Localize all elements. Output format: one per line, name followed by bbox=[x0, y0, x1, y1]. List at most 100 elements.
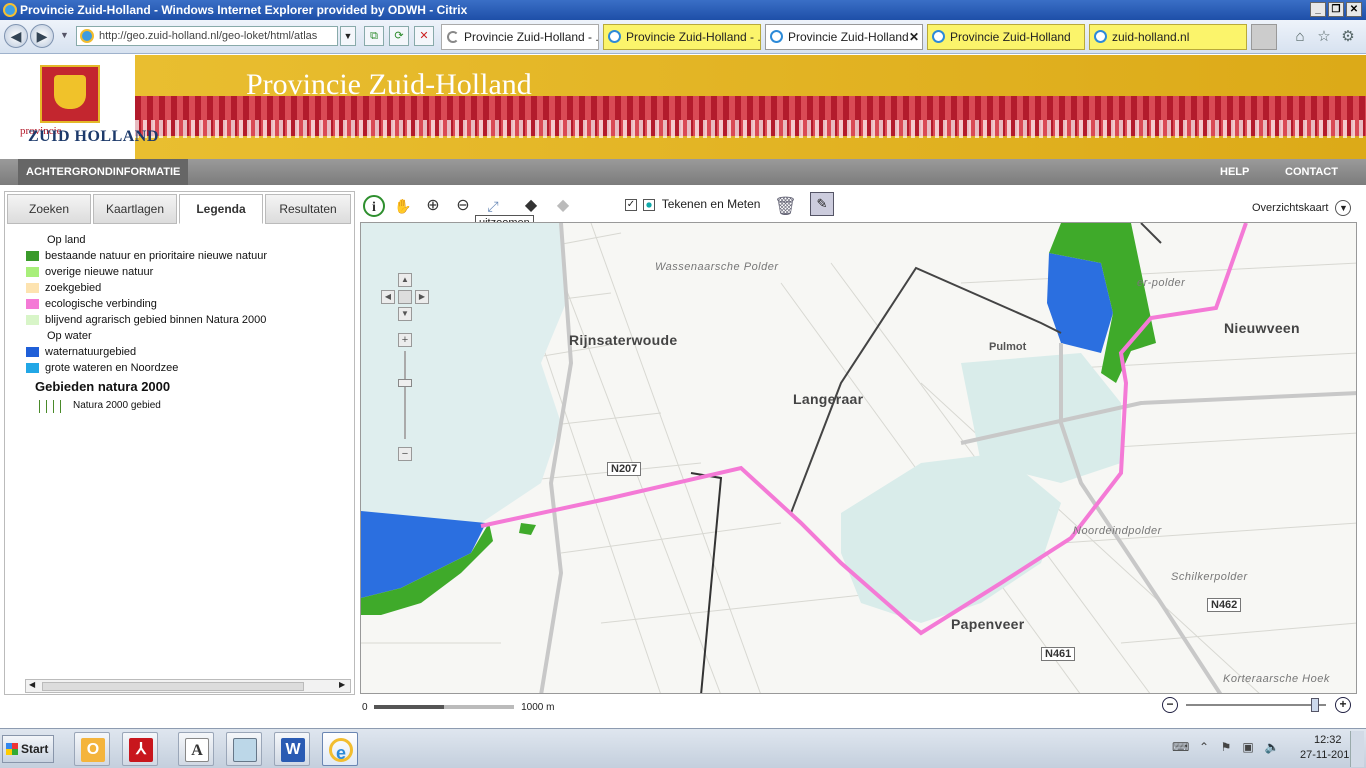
close-window-button[interactable]: ✕ bbox=[1346, 2, 1362, 17]
legend-swatch bbox=[26, 299, 39, 309]
tekenen-en-meten-control[interactable]: ✓ Tekenen en Meten bbox=[625, 197, 760, 211]
new-tab-button[interactable] bbox=[1251, 24, 1277, 50]
volume-icon[interactable]: 🔈 bbox=[1264, 740, 1280, 756]
draw-mode-icon[interactable] bbox=[643, 198, 656, 211]
overview-zoom-slider[interactable]: − + bbox=[1160, 697, 1355, 713]
zoom-slider-track[interactable] bbox=[404, 351, 406, 439]
show-desktop-button[interactable] bbox=[1350, 731, 1364, 767]
legend-header-water: Op water bbox=[47, 330, 92, 342]
settings-gear-icon[interactable]: ⚙ bbox=[1339, 28, 1357, 46]
stop-icon[interactable]: ✕ bbox=[414, 26, 434, 46]
restore-button[interactable]: ❐ bbox=[1328, 2, 1344, 17]
map-view[interactable]: Wassenaarsche Polder Rijnsaterwoude Lang… bbox=[360, 222, 1357, 694]
legend: Op land bestaande natuur en prioritaire … bbox=[25, 232, 315, 414]
slider-track[interactable] bbox=[1186, 704, 1326, 706]
word-app-button[interactable]: W bbox=[274, 732, 310, 766]
tekenen-checkbox[interactable]: ✓ bbox=[625, 198, 637, 211]
tab-resultaten[interactable]: Resultaten bbox=[265, 194, 351, 224]
nav-contact[interactable]: CONTACT bbox=[1285, 159, 1338, 185]
word-icon: W bbox=[281, 738, 305, 762]
slider-zoom-in-icon[interactable]: + bbox=[1335, 697, 1351, 713]
zoom-out-icon[interactable]: ⊖ bbox=[452, 195, 474, 217]
globe-icon bbox=[80, 29, 94, 43]
browser-tab-1[interactable]: Provincie Zuid-Holland - ... bbox=[441, 24, 599, 50]
browser-tab-3[interactable]: Provincie Zuid-Holland ✕ bbox=[765, 24, 923, 50]
nav-achtergrondinformatie[interactable]: ACHTERGRONDINFORMATIE bbox=[18, 159, 189, 185]
legend-swatch bbox=[26, 315, 39, 325]
pan-left-button[interactable]: ◀ bbox=[381, 290, 395, 304]
slider-zoom-out-icon[interactable]: − bbox=[1162, 697, 1178, 713]
refresh-icon[interactable]: ⟳ bbox=[389, 26, 409, 46]
legend-horizontal-scrollbar[interactable]: ◀ ▶ bbox=[25, 679, 351, 693]
map-zoom-in-button[interactable]: + bbox=[398, 333, 412, 347]
back-button[interactable]: ◀ bbox=[4, 24, 28, 48]
main-nav-bar: ACHTERGRONDINFORMATIE HELP CONTACT bbox=[0, 159, 1366, 185]
nav-help[interactable]: HELP bbox=[1220, 159, 1249, 185]
map-label: Papenveer bbox=[951, 616, 1025, 632]
previous-extent-icon[interactable]: ◆ bbox=[520, 195, 542, 217]
forward-button[interactable]: ▶ bbox=[30, 24, 54, 48]
acrobat-app-button[interactable]: ⅄ bbox=[122, 732, 158, 766]
action-center-flag-icon[interactable]: ⚑ bbox=[1218, 740, 1234, 756]
pan-down-button[interactable]: ▼ bbox=[398, 307, 412, 321]
scale-bar: 0 1000 m bbox=[362, 702, 554, 713]
start-label: Start bbox=[21, 742, 49, 756]
tekenen-label: Tekenen en Meten bbox=[661, 197, 761, 211]
address-dropdown-icon[interactable]: ▼ bbox=[340, 26, 356, 46]
outlook-app-button[interactable]: O bbox=[74, 732, 110, 766]
legend-swatch bbox=[26, 347, 39, 357]
tab-label: Provincie Zuid-Holland bbox=[788, 30, 909, 44]
ie-tab-icon bbox=[770, 30, 783, 43]
address-text: http://geo.zuid-holland.nl/geo-loket/htm… bbox=[99, 30, 318, 42]
font-app-button[interactable]: A bbox=[178, 732, 214, 766]
favorites-star-icon[interactable]: ☆ bbox=[1315, 28, 1333, 46]
edit-drawing-icon[interactable]: ✎ bbox=[810, 192, 834, 216]
scrollbar-thumb[interactable] bbox=[42, 682, 304, 691]
close-tab-button[interactable]: ✕ bbox=[909, 25, 919, 49]
browser-tab-2[interactable]: Provincie Zuid-Holland - ... bbox=[603, 24, 761, 50]
tab-label: Provincie Zuid-Holland - ... bbox=[464, 30, 599, 44]
show-hidden-icons-icon[interactable]: ⌃ bbox=[1196, 740, 1212, 756]
natura-hatch-swatch bbox=[39, 400, 61, 413]
ie-app-button[interactable]: e bbox=[322, 732, 358, 766]
map-label: er-polder bbox=[1137, 277, 1186, 289]
browser-tab-5[interactable]: zuid-holland.nl bbox=[1089, 24, 1247, 50]
trash-icon[interactable]: 🗑 bbox=[774, 195, 797, 217]
full-extent-icon[interactable]: ⤢ bbox=[482, 195, 504, 217]
legend-item: overige nieuwe natuur bbox=[25, 264, 315, 280]
next-extent-icon[interactable]: ◆ bbox=[552, 195, 574, 217]
map-zoom-out-button[interactable]: − bbox=[398, 447, 412, 461]
pan-hand-icon[interactable]: ✋ bbox=[392, 195, 414, 217]
window-title: Provincie Zuid-Holland - Windows Interne… bbox=[20, 3, 468, 17]
home-icon[interactable]: ⌂ bbox=[1291, 28, 1309, 46]
slider-thumb[interactable] bbox=[1310, 698, 1319, 712]
zoom-in-icon[interactable]: ⊕ bbox=[422, 195, 444, 217]
tab-legenda[interactable]: Legenda bbox=[179, 194, 263, 224]
system-clock[interactable]: 12:32 27-11-2013 bbox=[1300, 733, 1355, 763]
keyboard-tray-icon[interactable]: ⌨ bbox=[1172, 740, 1189, 756]
address-bar[interactable]: http://geo.zuid-holland.nl/geo-loket/htm… bbox=[76, 26, 338, 46]
overzichtskaart-toggle[interactable]: Overzichtskaart ▼ bbox=[1252, 200, 1352, 216]
zoom-slider-handle[interactable] bbox=[398, 379, 412, 387]
chevron-down-icon[interactable]: ▼ bbox=[1335, 200, 1352, 216]
map-label: Schilkerpolder bbox=[1171, 571, 1248, 583]
info-tool-icon[interactable]: i bbox=[363, 195, 385, 217]
compatibility-icon[interactable]: ⧉ bbox=[364, 26, 384, 46]
province-coat-of-arms-logo[interactable] bbox=[40, 65, 100, 123]
scroll-left-icon[interactable]: ◀ bbox=[29, 680, 35, 689]
scroll-right-icon[interactable]: ▶ bbox=[339, 680, 345, 689]
start-button[interactable]: Start bbox=[2, 735, 54, 763]
notepad-app-button[interactable] bbox=[226, 732, 262, 766]
minimize-button[interactable]: _ bbox=[1310, 2, 1326, 17]
browser-tab-4[interactable]: Provincie Zuid-Holland bbox=[927, 24, 1085, 50]
pan-up-button[interactable]: ▲ bbox=[398, 273, 412, 287]
map-canvas[interactable] bbox=[361, 223, 1357, 694]
tab-zoeken[interactable]: Zoeken bbox=[7, 194, 91, 224]
network-icon[interactable]: ▣ bbox=[1240, 740, 1256, 756]
legend-swatch bbox=[26, 267, 39, 277]
clock-date: 27-11-2013 bbox=[1300, 749, 1356, 761]
history-dropdown-icon[interactable]: ▼ bbox=[60, 30, 69, 40]
tab-kaartlagen[interactable]: Kaartlagen bbox=[93, 194, 177, 224]
pan-right-button[interactable]: ▶ bbox=[415, 290, 429, 304]
legend-header-land: Op land bbox=[47, 234, 86, 246]
